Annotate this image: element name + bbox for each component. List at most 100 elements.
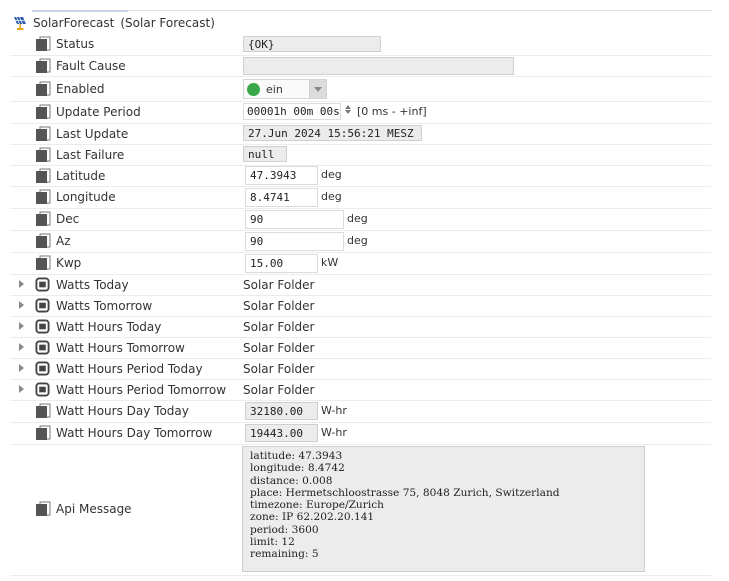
expand-arrow-icon[interactable] — [19, 385, 24, 393]
row-update-period[interactable]: Update Period 00001h 00m 00s [0 ms - +in… — [10, 101, 711, 124]
label-latitude: Latitude — [56, 168, 106, 183]
folder-label: Watt Hours Period Today — [56, 361, 203, 376]
property-slot-icon — [36, 58, 51, 73]
folder-type-value: Solar Folder — [243, 340, 315, 355]
watt-hours-day-today-value: 32180.00 — [245, 402, 318, 420]
row-az[interactable]: Az 90 deg — [10, 230, 711, 253]
expand-arrow-icon[interactable] — [19, 322, 24, 330]
folder-label: Watt Hours Period Tomorrow — [56, 382, 227, 397]
expand-arrow-icon[interactable] — [19, 280, 24, 288]
enabled-status-dot-icon — [247, 82, 260, 96]
row-watt-hours-day-today[interactable]: Watt Hours Day Today 32180.00 W-hr — [10, 400, 711, 423]
solar-panel-icon — [14, 16, 26, 30]
label-status: Status — [56, 37, 95, 51]
enabled-select[interactable]: ein — [243, 79, 327, 99]
label-longitude: Longitude — [56, 190, 116, 204]
row-fault-cause[interactable]: Fault Cause — [10, 55, 711, 77]
dec-input[interactable]: 90 — [245, 210, 344, 229]
expand-arrow-icon[interactable] — [19, 301, 24, 309]
header-accent — [32, 10, 128, 12]
longitude-input[interactable]: 8.4741 — [245, 188, 318, 207]
folder-icon — [35, 340, 50, 355]
row-latitude[interactable]: Latitude 47.3943 deg — [10, 165, 711, 187]
chevron-down-icon[interactable] — [309, 80, 326, 98]
folder-icon — [35, 319, 50, 334]
property-slot-icon — [36, 425, 51, 440]
label-watt-hours-day-tomorrow: Watt Hours Day Tomorrow — [56, 426, 213, 440]
property-slot-icon — [36, 403, 51, 418]
expand-arrow-icon[interactable] — [19, 364, 24, 372]
property-slot-icon — [36, 126, 51, 141]
az-input[interactable]: 90 — [245, 232, 344, 251]
dec-unit: deg — [347, 212, 368, 225]
folder-type-value: Solar Folder — [243, 361, 315, 376]
property-slot-icon — [36, 168, 51, 183]
update-period-input[interactable]: 00001h 00m 00s — [243, 103, 341, 120]
row-status[interactable]: Status {OK} — [10, 33, 711, 56]
row-watt-hours-day-tomorrow[interactable]: Watt Hours Day Tomorrow 19443.00 W-hr — [10, 422, 711, 445]
row-longitude[interactable]: Longitude 8.4741 deg — [10, 186, 711, 209]
expand-arrow-icon[interactable] — [19, 343, 24, 351]
root-type: (Solar Forecast) — [120, 16, 215, 30]
label-az: Az — [56, 234, 71, 248]
folder-icon — [35, 382, 50, 397]
label-last-failure: Last Failure — [56, 147, 125, 162]
api-message-value: latitude: 47.3943 longitude: 8.4742 dist… — [242, 446, 645, 572]
folder-row[interactable]: Watt Hours Today Solar Folder — [10, 316, 711, 338]
root-node[interactable]: SolarForecast (Solar Forecast) — [12, 13, 215, 33]
last-update-value: 27.Jun 2024 15:56:21 MESZ — [243, 125, 422, 141]
watt-hours-day-today-unit: W-hr — [321, 404, 347, 417]
watt-hours-day-tomorrow-unit: W-hr — [321, 426, 347, 439]
folder-icon — [35, 361, 50, 376]
row-dec[interactable]: Dec 90 deg — [10, 208, 711, 231]
folder-row[interactable]: Watt Hours Period Tomorrow Solar Folder — [10, 379, 711, 401]
status-value: {OK} — [243, 36, 381, 52]
label-watt-hours-day-today: Watt Hours Day Today — [56, 404, 189, 418]
latitude-unit: deg — [321, 168, 342, 181]
fault-cause-value — [243, 57, 514, 75]
last-failure-value: null — [243, 146, 287, 162]
property-slot-icon — [36, 233, 51, 248]
folder-label: Watt Hours Today — [56, 319, 162, 334]
property-slot-icon — [36, 255, 51, 270]
folder-type-value: Solar Folder — [243, 298, 315, 313]
property-slot-icon — [36, 104, 51, 119]
folder-icon — [35, 298, 50, 313]
property-slot-icon — [36, 189, 51, 204]
update-period-stepper[interactable] — [343, 104, 352, 119]
folder-type-value: Solar Folder — [243, 382, 315, 397]
header-divider — [32, 10, 712, 11]
row-enabled[interactable]: Enabled ein — [10, 76, 711, 102]
row-last-failure[interactable]: Last Failure null — [10, 144, 711, 166]
root-name: SolarForecast — [33, 16, 115, 30]
label-update-period: Update Period — [56, 105, 141, 119]
label-last-update: Last Update — [56, 126, 129, 141]
folder-row[interactable]: Watt Hours Tomorrow Solar Folder — [10, 337, 711, 359]
folder-label: Watts Tomorrow — [56, 298, 153, 313]
folder-icon — [35, 277, 50, 292]
label-enabled: Enabled — [56, 81, 105, 96]
watt-hours-day-tomorrow-value: 19443.00 — [245, 424, 318, 442]
enabled-value: ein — [266, 82, 283, 96]
property-slot-icon — [36, 147, 51, 162]
update-period-range: [0 ms - +inf] — [357, 105, 427, 118]
latitude-input[interactable]: 47.3943 — [245, 166, 318, 185]
kwp-unit: kW — [321, 256, 339, 269]
longitude-unit: deg — [321, 190, 342, 203]
folder-row[interactable]: Watts Tomorrow Solar Folder — [10, 295, 711, 317]
folder-row[interactable]: Watt Hours Period Today Solar Folder — [10, 358, 711, 380]
property-slot-icon — [36, 36, 51, 51]
property-slot-icon — [36, 81, 51, 96]
property-slot-icon — [36, 501, 51, 516]
label-fault-cause: Fault Cause — [56, 58, 126, 73]
folder-row[interactable]: Watts Today Solar Folder — [10, 274, 711, 296]
kwp-input[interactable]: 15.00 — [245, 254, 318, 273]
folder-type-value: Solar Folder — [243, 277, 315, 292]
folder-type-value: Solar Folder — [243, 319, 315, 334]
label-dec: Dec — [56, 212, 80, 226]
property-slot-icon — [36, 211, 51, 226]
folder-label: Watt Hours Tomorrow — [56, 340, 185, 355]
row-kwp[interactable]: Kwp 15.00 kW — [10, 252, 711, 275]
row-last-update[interactable]: Last Update 27.Jun 2024 15:56:21 MESZ — [10, 123, 711, 145]
label-kwp: Kwp — [56, 256, 82, 270]
